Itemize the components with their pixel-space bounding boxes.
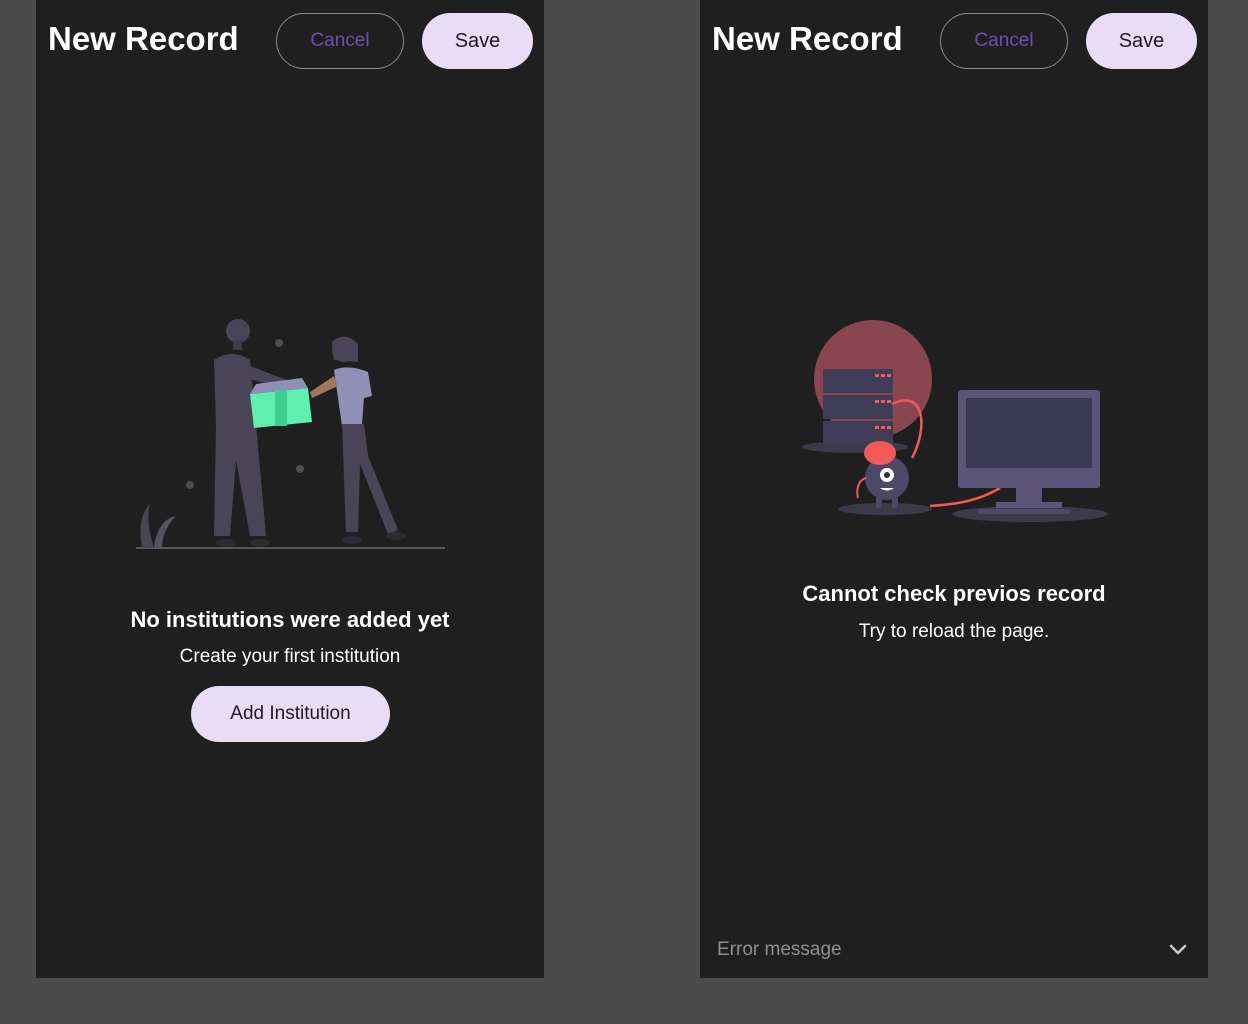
left-phone-screen: New Record Cancel Save No institutions w… (36, 0, 544, 978)
cancel-button[interactable]: Cancel (276, 13, 404, 69)
save-button[interactable]: Save (422, 13, 533, 69)
empty-state-subtext: Create your first institution (179, 646, 401, 667)
save-button[interactable]: Save (1086, 13, 1197, 69)
right-phone-screen: New Record Cancel Save Cannot check prev… (700, 0, 1208, 978)
error-state-heading: Cannot check previos record (802, 581, 1106, 606)
error-message-toggle[interactable]: Error message (700, 922, 1208, 978)
page-title: New Record (48, 20, 239, 57)
cancel-button[interactable]: Cancel (940, 13, 1068, 69)
page-title: New Record (712, 20, 903, 57)
error-state-illustration (802, 320, 1108, 522)
empty-state-heading: No institutions were added yet (130, 607, 450, 632)
error-state-subtext: Try to reload the page. (858, 621, 1050, 642)
empty-state-illustration (136, 319, 445, 549)
add-institution-button[interactable]: Add Institution (191, 686, 390, 742)
error-message-label: Error message (717, 939, 842, 960)
chevron-down-icon[interactable] (1168, 940, 1188, 960)
